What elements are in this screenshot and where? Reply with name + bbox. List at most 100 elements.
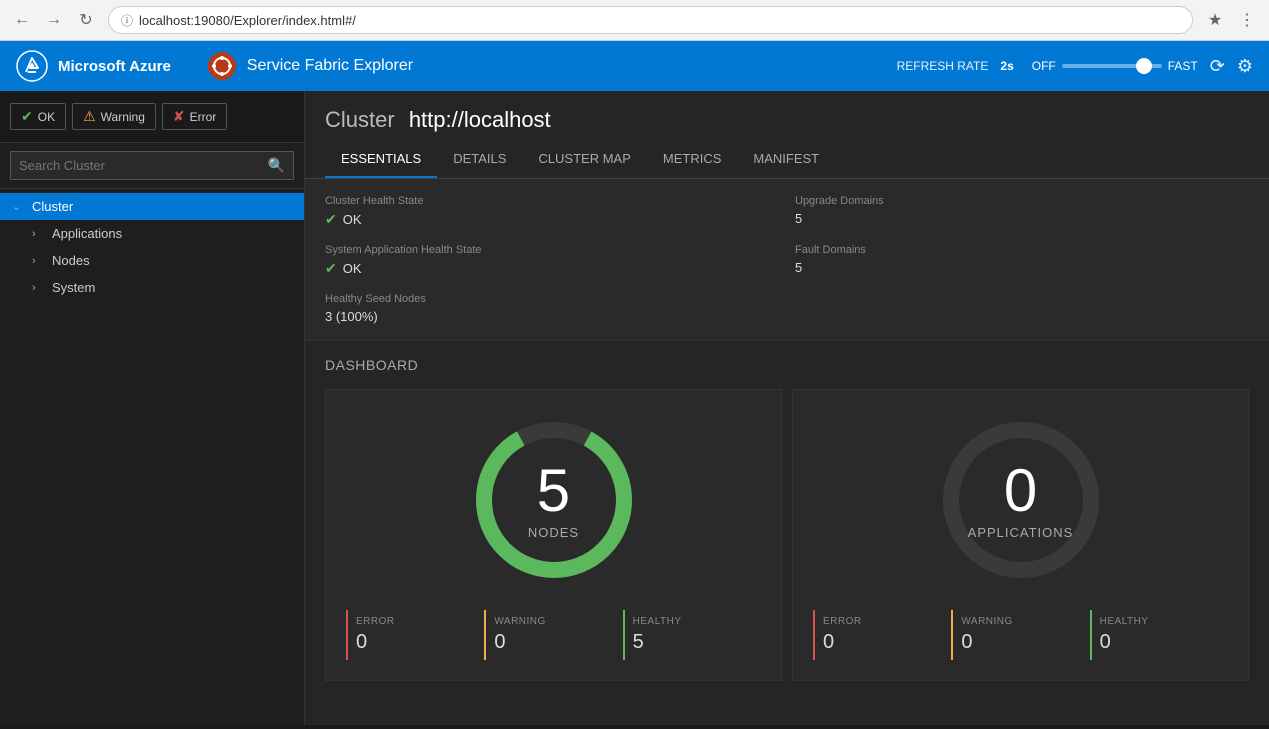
essentials-section: Cluster Health State ✔ OK Upgrade Domain… (305, 179, 1269, 341)
tab-manifest[interactable]: MANIFEST (737, 141, 835, 178)
warning-filter-button[interactable]: ⚠ Warning (72, 103, 156, 130)
nodes-toggle-icon: › (32, 255, 46, 267)
slider-thumb (1136, 58, 1152, 74)
nodes-label: Nodes (52, 253, 90, 268)
fault-domains-item: Fault Domains 5 (795, 244, 1249, 277)
system-app-health-item: System Application Health State ✔ OK (325, 244, 779, 277)
apps-warning-label: WARNING (961, 616, 1081, 627)
system-label: System (52, 280, 95, 295)
apps-healthy-label: HEALTHY (1100, 616, 1220, 627)
app-header: Microsoft Azure Service Fabric Explorer … (0, 41, 1269, 91)
search-input[interactable] (11, 153, 260, 178)
nav-buttons: ← → ↻ (8, 6, 100, 34)
system-app-health-text: OK (343, 261, 362, 276)
refresh-rate-label: REFRESH RATE (897, 59, 989, 73)
menu-button[interactable]: ⋮ (1233, 6, 1261, 34)
nodes-donut-center: 5 NODES (528, 461, 579, 540)
slider-fast-label: FAST (1168, 59, 1198, 73)
browser-toolbar: ← → ↻ ⓘ localhost:19080/Explorer/index.h… (0, 0, 1269, 40)
apps-label: APPLICATIONS (968, 525, 1074, 540)
reload-button[interactable]: ↻ (72, 6, 100, 34)
status-bar: ✔ OK ⚠ Warning ✘ Error (0, 91, 304, 143)
apps-donut-center: 0 APPLICATIONS (968, 461, 1074, 540)
ok-icon: ✔ (21, 108, 33, 125)
cluster-tree-row[interactable]: ⌄ Cluster (0, 193, 304, 220)
nodes-error-label: ERROR (356, 616, 476, 627)
settings-icon[interactable]: ⚙ (1237, 56, 1253, 77)
url-text: localhost:19080/Explorer/index.html#/ (139, 13, 356, 28)
applications-label: Applications (52, 226, 122, 241)
right-panel: Cluster http://localhost ESSENTIALS DETA… (305, 91, 1269, 725)
tree-item-applications[interactable]: › Applications (20, 220, 304, 247)
apps-count: 0 (1004, 461, 1037, 521)
nodes-healthy-label: HEALTHY (633, 616, 753, 627)
system-app-ok-icon: ✔ (325, 260, 337, 277)
nodes-warning-label: WARNING (494, 616, 614, 627)
tab-essentials[interactable]: ESSENTIALS (325, 141, 437, 178)
search-input-wrapper: 🔍 (10, 151, 294, 180)
apps-donut-container: 0 APPLICATIONS (931, 410, 1111, 590)
apps-healthy-stat: HEALTHY 0 (1090, 610, 1228, 660)
error-filter-button[interactable]: ✘ Error (162, 103, 227, 130)
tab-cluster-map[interactable]: CLUSTER MAP (522, 141, 646, 178)
error-icon: ✘ (173, 108, 185, 125)
refresh-icon[interactable]: ⟳ (1210, 56, 1225, 77)
system-app-health-label: System Application Health State (325, 244, 779, 256)
cluster-header: Cluster http://localhost (305, 91, 1269, 133)
tree-item-system[interactable]: › System (20, 274, 304, 301)
forward-button[interactable]: → (40, 6, 68, 34)
apps-stats-row: ERROR 0 WARNING 0 HEALTHY 0 (813, 610, 1228, 660)
cluster-toggle-icon: ⌄ (12, 200, 26, 213)
essentials-grid: Cluster Health State ✔ OK Upgrade Domain… (325, 195, 1249, 324)
apps-healthy-value: 0 (1100, 631, 1220, 654)
app-name: Service Fabric Explorer (247, 57, 897, 75)
back-button[interactable]: ← (8, 6, 36, 34)
apps-card: 0 APPLICATIONS ERROR 0 WARNING 0 (792, 389, 1249, 681)
healthy-seed-nodes-label: Healthy Seed Nodes (325, 293, 779, 305)
nodes-label: NODES (528, 525, 579, 540)
nodes-warning-stat: WARNING 0 (484, 610, 622, 660)
browser-chrome: ← → ↻ ⓘ localhost:19080/Explorer/index.h… (0, 0, 1269, 41)
apps-error-stat: ERROR 0 (813, 610, 951, 660)
nodes-donut-container: 5 NODES (464, 410, 644, 590)
apps-warning-value: 0 (961, 631, 1081, 654)
healthy-seed-nodes-value: 3 (100%) (325, 309, 779, 324)
dashboard-section: DASHBOARD 5 (305, 341, 1269, 697)
header-controls: REFRESH RATE 2s OFF FAST ⟳ ⚙ (897, 56, 1253, 77)
search-button[interactable]: 🔍 (260, 152, 293, 179)
bookmark-button[interactable]: ★ (1201, 6, 1229, 34)
tab-metrics[interactable]: METRICS (647, 141, 738, 178)
cluster-url: http://localhost (409, 107, 551, 132)
speed-slider[interactable] (1062, 64, 1162, 68)
cluster-health-label: Cluster Health State (325, 195, 779, 207)
tree-item-nodes[interactable]: › Nodes (20, 247, 304, 274)
warning-label: Warning (101, 110, 145, 124)
tabs-container: ESSENTIALS DETAILS CLUSTER MAP METRICS M… (305, 141, 1269, 179)
ok-label: OK (38, 110, 55, 124)
cluster-health-value: ✔ OK (325, 211, 779, 228)
healthy-seed-nodes-item: Healthy Seed Nodes 3 (100%) (325, 293, 779, 324)
applications-toggle-icon: › (32, 228, 46, 240)
nodes-count: 5 (537, 461, 570, 521)
cluster-tree-label: Cluster (32, 199, 73, 214)
address-bar[interactable]: ⓘ localhost:19080/Explorer/index.html#/ (108, 6, 1193, 34)
upgrade-domains-value: 5 (795, 211, 1249, 226)
brand-name: Microsoft Azure (58, 58, 171, 75)
apps-error-label: ERROR (823, 616, 943, 627)
dashboard-cards: 5 NODES ERROR 0 WARNING 0 (325, 389, 1249, 681)
nodes-error-value: 0 (356, 631, 476, 654)
search-bar: 🔍 (0, 143, 304, 189)
nodes-healthy-value: 5 (633, 631, 753, 654)
nodes-healthy-stat: HEALTHY 5 (623, 610, 761, 660)
upgrade-domains-label: Upgrade Domains (795, 195, 1249, 207)
fault-domains-label: Fault Domains (795, 244, 1249, 256)
dashboard-title: DASHBOARD (325, 357, 1249, 373)
error-label: Error (190, 110, 217, 124)
cluster-title: Cluster http://localhost (325, 107, 1249, 133)
nodes-warning-value: 0 (494, 631, 614, 654)
ok-filter-button[interactable]: ✔ OK (10, 103, 66, 130)
nodes-stats-row: ERROR 0 WARNING 0 HEALTHY 5 (346, 610, 761, 660)
tab-details[interactable]: DETAILS (437, 141, 522, 178)
system-app-health-value: ✔ OK (325, 260, 779, 277)
cluster-health-state-item: Cluster Health State ✔ OK (325, 195, 779, 228)
